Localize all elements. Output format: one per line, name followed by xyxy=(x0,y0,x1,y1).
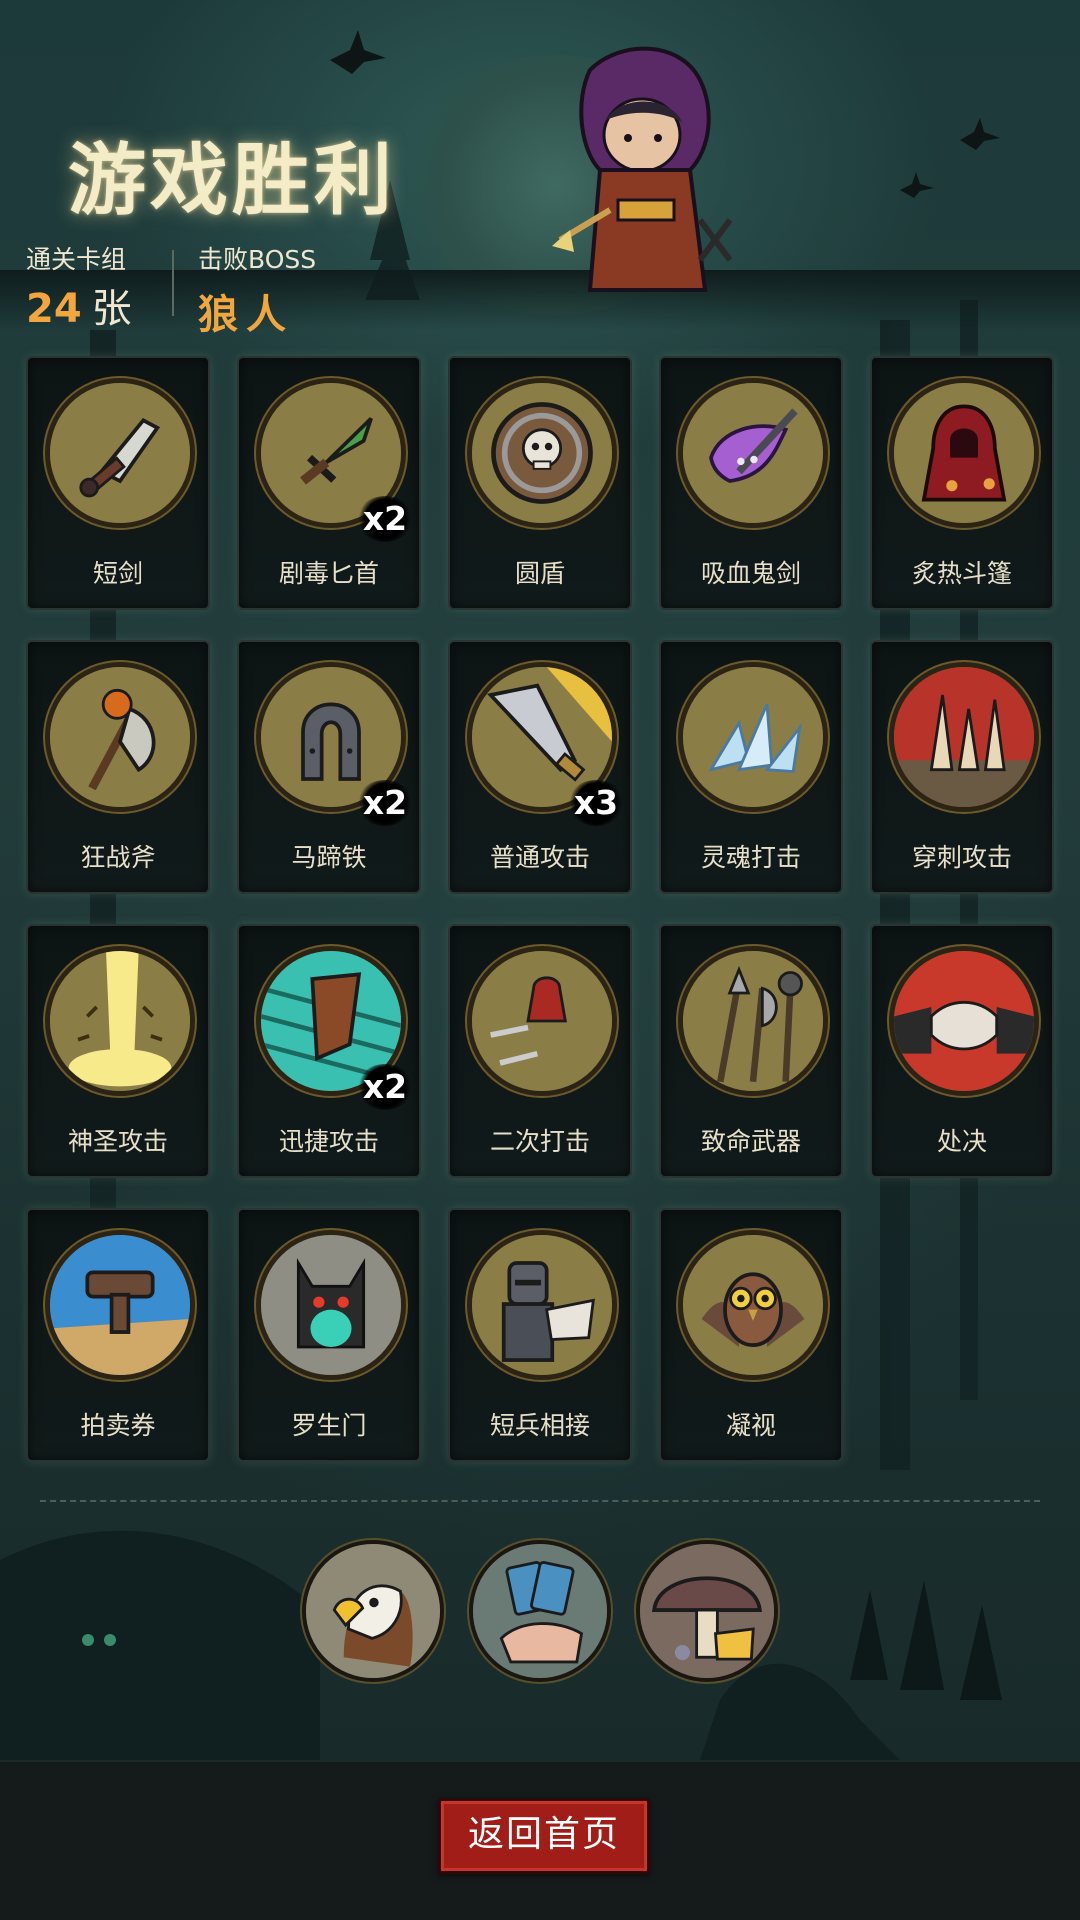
owl-icon xyxy=(683,1235,823,1375)
card-count-badge: x2 xyxy=(357,1064,413,1110)
card-count-badge: x2 xyxy=(357,780,413,826)
card-name: 穿刺攻击 xyxy=(911,843,1012,872)
mushroom-cheese-icon xyxy=(640,1544,774,1678)
card-item[interactable]: 拍卖券 xyxy=(26,1208,210,1462)
card-name: 灵魂打击 xyxy=(700,843,801,872)
card-name: 迅捷攻击 xyxy=(278,1127,379,1156)
card-name: 处决 xyxy=(936,1127,987,1156)
hooded-heroine-portrait xyxy=(552,46,733,292)
card-grid: 短剑 x2 剧毒匕首 圆盾 吸血鬼剑 炙热斗篷 狂战斧 x2 马蹄铁 x3 普通… xyxy=(26,356,1056,1462)
short-sword-icon xyxy=(50,383,190,523)
card-medal xyxy=(45,662,195,812)
card-medal xyxy=(678,378,828,528)
card-name: 罗生门 xyxy=(291,1411,367,1440)
card-name: 普通攻击 xyxy=(489,843,590,872)
card-item[interactable]: x2 剧毒匕首 xyxy=(237,356,421,610)
card-medal xyxy=(45,1230,195,1380)
card-medal xyxy=(889,378,1039,528)
section-divider xyxy=(40,1500,1040,1502)
card-item[interactable]: 灵魂打击 xyxy=(659,640,843,894)
card-item[interactable]: 凝视 xyxy=(659,1208,843,1462)
card-item[interactable]: 短剑 xyxy=(26,356,210,610)
card-medal xyxy=(256,1230,406,1380)
page-title: 游戏胜利 xyxy=(68,135,397,226)
relic-item[interactable] xyxy=(469,1540,611,1682)
card-item[interactable]: 罗生门 xyxy=(237,1208,421,1462)
stat-value: 24 xyxy=(26,286,82,332)
round-shield-icon xyxy=(472,383,612,523)
card-count-badge: x3 xyxy=(568,780,624,826)
relic-item[interactable] xyxy=(636,1540,778,1682)
vampire-sword-icon xyxy=(683,383,823,523)
double-strike-icon xyxy=(472,951,612,1091)
card-name: 炙热斗篷 xyxy=(911,559,1012,588)
stat-label: 击败BOSS xyxy=(198,245,317,274)
card-item[interactable]: 吸血鬼剑 xyxy=(659,356,843,610)
header: 游戏胜利 通关卡组 24 张 击败BOSS 狼人 xyxy=(0,0,1080,338)
card-name: 狂战斧 xyxy=(80,843,156,872)
card-item[interactable]: 二次打击 xyxy=(448,924,632,1178)
return-home-button[interactable]: 返回首页 xyxy=(438,1798,650,1874)
battle-axe-icon xyxy=(50,667,190,807)
card-medal xyxy=(467,1230,617,1380)
card-item[interactable]: 处决 xyxy=(870,924,1054,1178)
eagle-icon xyxy=(306,1544,440,1678)
card-hand-icon xyxy=(473,1544,607,1678)
card-name: 致命武器 xyxy=(700,1127,801,1156)
card-medal xyxy=(45,946,195,1096)
card-item[interactable]: x2 迅捷攻击 xyxy=(237,924,421,1178)
stat-value: 狼人 xyxy=(198,292,294,338)
auction-gavel-icon xyxy=(50,1235,190,1375)
card-item[interactable]: 穿刺攻击 xyxy=(870,640,1054,894)
card-medal xyxy=(889,662,1039,812)
card-count-badge: x2 xyxy=(357,496,413,542)
stat-unit: 张 xyxy=(91,286,132,332)
card-medal xyxy=(678,662,828,812)
card-name: 二次打击 xyxy=(489,1127,590,1156)
holy-light-icon xyxy=(50,951,190,1091)
demon-gate-icon xyxy=(261,1235,401,1375)
card-name: 马蹄铁 xyxy=(291,843,367,872)
card-item[interactable]: 神圣攻击 xyxy=(26,924,210,1178)
relic-row xyxy=(302,1540,778,1686)
card-name: 圆盾 xyxy=(514,559,565,588)
red-cloak-icon xyxy=(894,383,1034,523)
card-medal xyxy=(678,1230,828,1380)
execution-icon xyxy=(894,951,1034,1091)
card-medal xyxy=(678,946,828,1096)
knight-icon xyxy=(472,1235,612,1375)
card-medal xyxy=(467,378,617,528)
card-name: 剧毒匕首 xyxy=(278,559,379,588)
relic-item[interactable] xyxy=(302,1540,444,1682)
stat-boss-defeated: 击败BOSS 狼人 xyxy=(198,240,316,340)
card-medal xyxy=(889,946,1039,1096)
card-name: 凝视 xyxy=(725,1411,776,1440)
ice-crystal-icon xyxy=(683,667,823,807)
stat-divider xyxy=(172,250,174,316)
card-item[interactable]: 短兵相接 xyxy=(448,1208,632,1462)
card-name: 吸血鬼剑 xyxy=(700,559,801,588)
card-name: 短兵相接 xyxy=(489,1411,590,1440)
card-item[interactable]: 狂战斧 xyxy=(26,640,210,894)
card-medal xyxy=(467,946,617,1096)
card-item[interactable]: 炙热斗篷 xyxy=(870,356,1054,610)
stat-cards-cleared: 通关卡组 24 张 xyxy=(26,240,132,334)
stat-label: 通关卡组 xyxy=(26,245,127,274)
card-name: 神圣攻击 xyxy=(67,1127,168,1156)
card-item[interactable]: x3 普通攻击 xyxy=(448,640,632,894)
card-medal xyxy=(45,378,195,528)
card-name: 拍卖券 xyxy=(80,1411,156,1440)
spikes-icon xyxy=(894,667,1034,807)
weapons-icon xyxy=(683,951,823,1091)
card-item[interactable]: 致命武器 xyxy=(659,924,843,1178)
card-item[interactable]: x2 马蹄铁 xyxy=(237,640,421,894)
card-item[interactable]: 圆盾 xyxy=(448,356,632,610)
card-name: 短剑 xyxy=(92,559,143,588)
